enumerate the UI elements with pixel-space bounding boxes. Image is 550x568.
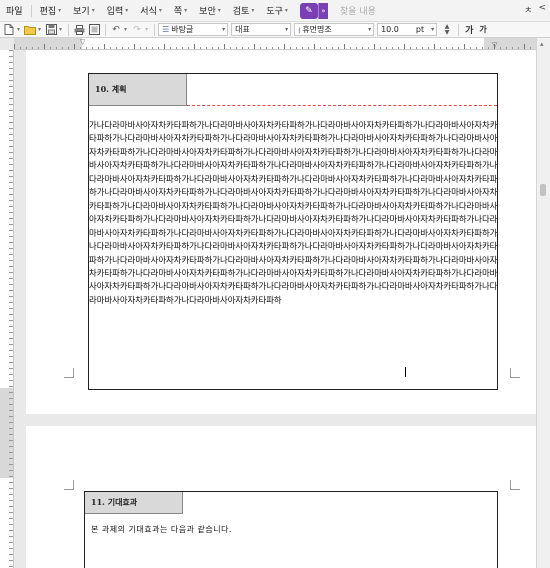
menu-view[interactable]: 보기 ▾	[67, 4, 101, 17]
menu-page[interactable]: 쪽 ▾	[168, 4, 193, 17]
vertical-scrollbar[interactable]: ▴	[536, 38, 550, 568]
font-select[interactable]: ꞁ 휴먼명조 ▾	[294, 23, 375, 36]
chevron-down-icon[interactable]: ▾	[38, 26, 41, 33]
chevron-down-icon: ▾	[368, 26, 372, 33]
letter-spacing-wide-button[interactable]: 가	[465, 23, 473, 36]
chevron-down-icon: ▾	[217, 7, 221, 14]
preview-icon[interactable]	[87, 23, 101, 37]
spellcheck-underline	[187, 105, 497, 106]
section-11-text: 본 과제의 기대효과는 다음과 같습니다.	[91, 525, 232, 534]
section-10-heading[interactable]: 10. 계획	[89, 74, 187, 106]
menu-tools[interactable]: 도구 ▾	[260, 4, 294, 17]
menu-tools-label: 도구	[266, 7, 283, 17]
scrollbar-thumb[interactable]	[540, 184, 546, 196]
menu-review-label: 검토	[232, 7, 250, 17]
font-size-input[interactable]: 10.0 pt ▾	[377, 23, 438, 36]
chevron-down-icon: ▾	[284, 7, 288, 14]
chevron-down-icon: ▾	[251, 7, 255, 14]
menu-security[interactable]: 보안 ▾	[193, 4, 227, 17]
undo-icon[interactable]: ↶	[109, 23, 123, 37]
vertical-ruler[interactable]	[0, 50, 14, 568]
menu-file[interactable]: 파일	[0, 4, 29, 17]
language-select[interactable]: 대표 ▾	[231, 23, 292, 36]
menu-security-label: 보안	[199, 7, 216, 17]
chevron-down-icon[interactable]: ▾	[59, 26, 62, 33]
new-document-icon[interactable]	[2, 23, 16, 37]
chevron-down-icon[interactable]: ▾	[124, 26, 127, 33]
chevron-down-icon: ▾	[91, 7, 95, 14]
section-10-text: 가나다라마바사아자차카타파하가나다라마바사아자차카타파하가나다라마바사아자차카타…	[89, 120, 498, 305]
chevron-down-icon: ▾	[125, 7, 129, 14]
horizontal-ruler[interactable]: ▽ ▽	[14, 38, 536, 50]
menu-page-label: 쪽	[173, 7, 183, 17]
text-cursor	[405, 367, 406, 377]
style-select-value: 바탕글	[171, 25, 194, 34]
style-icon: ☰	[162, 25, 170, 34]
redo-icon[interactable]: ↷	[130, 23, 144, 37]
menu-view-label: 보기	[73, 7, 90, 17]
font-size-stepper[interactable]: ▲ ▼	[440, 23, 454, 37]
scroll-up-icon[interactable]: ▴	[540, 40, 544, 48]
crop-mark	[64, 368, 74, 378]
crop-mark	[510, 480, 520, 490]
letter-spacing-narrow-button[interactable]: 가	[479, 24, 486, 35]
crop-mark	[64, 480, 74, 490]
menu-file-label: 파일	[6, 7, 23, 17]
page-2: 11. 기대효과 본 과제의 기대효과는 다음과 같습니다.	[26, 426, 536, 568]
section-11-box: 11. 기대효과 본 과제의 기대효과는 다음과 같습니다.	[84, 491, 498, 568]
toolbar-divider	[105, 23, 107, 36]
chevron-down-icon: ▾	[184, 7, 188, 14]
section-11-body[interactable]: 본 과제의 기대효과는 다음과 같습니다.	[91, 524, 232, 535]
double-chevron-right-icon[interactable]: »	[317, 2, 328, 19]
section-10-title: 10. 계획	[95, 84, 127, 94]
font-select-value: 휴먼명조	[302, 25, 332, 34]
toolbar-divider	[68, 23, 70, 36]
menu-edit[interactable]: 편집 ▾	[34, 4, 68, 17]
save-icon[interactable]	[44, 23, 58, 37]
menu-edit-label: 편집	[39, 7, 57, 17]
menu-format[interactable]: 서식 ▾	[134, 4, 168, 17]
style-select[interactable]: ☰ 바탕글 ▾	[158, 23, 229, 36]
font-size-unit: pt	[415, 25, 425, 34]
toolbar-divider	[154, 23, 156, 36]
chevron-down-icon[interactable]: ▾	[17, 26, 20, 33]
chevron-down-icon: ▾	[58, 7, 62, 14]
font-type-icon: ꞁ	[298, 25, 301, 34]
formatting-toolbar: ▾ ▾ ▾ ↶ ▾ ↷ ▾ ☰ 바탕글 ▾ 대표 ▾ ꞁ 휴먼명조 ▾ 10.0…	[0, 22, 550, 38]
menu-divider	[30, 4, 32, 17]
ribbon-toggle-button[interactable]: ㅊ	[524, 3, 532, 16]
print-icon[interactable]	[72, 23, 86, 37]
menu-bar: 파일 편집 ▾ 보기 ▾ 입력 ▾ 서식 ▾ 쪽 ▾ 보안 ▾ 검토 ▾ 도구 ▾ ✎ » 찾을…	[0, 0, 550, 22]
open-folder-icon[interactable]	[23, 23, 37, 37]
page-1: 10. 계획 가나다라마바사아자차카타파하가나다라마바사아자차카타파하가나다라마…	[26, 50, 536, 414]
toolbar-divider	[458, 23, 460, 36]
crop-mark	[510, 368, 520, 378]
menu-review[interactable]: 검토 ▾	[227, 4, 261, 17]
right-indent-marker-icon[interactable]: ▽	[492, 41, 497, 49]
menu-insert-label: 입력	[106, 7, 124, 17]
menu-right-controls: ㅊ <	[524, 3, 546, 16]
chevron-down-icon: ▾	[222, 26, 226, 33]
menu-format-label: 서식	[140, 7, 157, 17]
menu-insert[interactable]: 입력 ▾	[101, 4, 135, 17]
section-10-body[interactable]: 가나다라마바사아자차카타파하가나다라마바사아자차카타파하가나다라마바사아자차카타…	[89, 119, 498, 391]
find-input[interactable]: 찾을 내용	[340, 4, 376, 17]
chevron-down-icon: ▾	[431, 26, 435, 33]
chevron-down-icon: ▾	[158, 7, 162, 14]
ruler-ticks	[0, 50, 13, 568]
section-11-title: 11. 기대효과	[91, 497, 138, 507]
collapse-button[interactable]: <	[538, 3, 546, 16]
paint-icon[interactable]: ✎	[299, 2, 318, 19]
section-11-heading[interactable]: 11. 기대효과	[85, 492, 183, 514]
indent-marker-icon[interactable]: ▽	[80, 38, 85, 46]
chevron-down-icon[interactable]: ▾	[145, 26, 148, 33]
section-10-box: 10. 계획 가나다라마바사아자차카타파하가나다라마바사아자차카타파하가나다라마…	[88, 73, 498, 390]
font-size-value: 10.0	[381, 25, 399, 34]
language-select-value: 대표	[235, 25, 250, 34]
chevron-down-icon: ▾	[285, 26, 289, 33]
ruler-major-ticks	[14, 38, 536, 49]
